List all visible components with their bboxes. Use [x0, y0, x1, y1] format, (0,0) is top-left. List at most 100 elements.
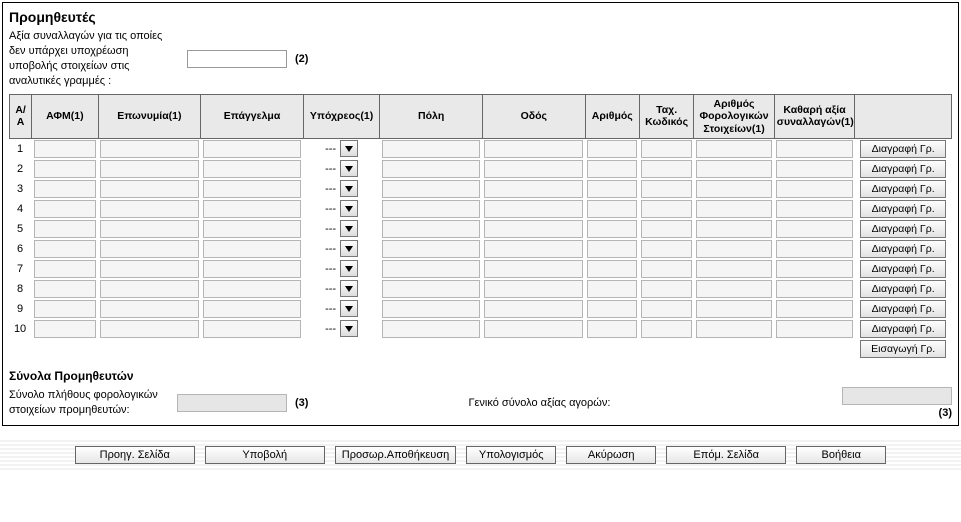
arith-stoix-input[interactable]	[696, 240, 773, 258]
eponymia-input[interactable]	[100, 260, 199, 278]
arithmos-input[interactable]	[587, 280, 637, 298]
arith-stoix-input[interactable]	[696, 280, 773, 298]
afm-input[interactable]	[34, 280, 96, 298]
kath-axia-input[interactable]	[776, 320, 853, 338]
epaggelma-input[interactable]	[203, 300, 302, 318]
ypoxreos-dropdown[interactable]	[340, 260, 358, 277]
delete-row-button[interactable]: Διαγραφή Γρ.	[860, 320, 946, 338]
afm-input[interactable]	[34, 160, 96, 178]
arith-stoix-input[interactable]	[696, 320, 773, 338]
poli-input[interactable]	[382, 320, 481, 338]
delete-row-button[interactable]: Διαγραφή Γρ.	[860, 180, 946, 198]
epaggelma-input[interactable]	[203, 160, 302, 178]
submit-button[interactable]: Υποβολή	[205, 446, 325, 464]
tk-input[interactable]	[641, 300, 691, 318]
afm-input[interactable]	[34, 180, 96, 198]
ypoxreos-dropdown[interactable]	[340, 160, 358, 177]
odos-input[interactable]	[484, 180, 583, 198]
eponymia-input[interactable]	[100, 140, 199, 158]
arithmos-input[interactable]	[587, 320, 637, 338]
delete-row-button[interactable]: Διαγραφή Γρ.	[860, 300, 946, 318]
ypoxreos-dropdown[interactable]	[340, 180, 358, 197]
delete-row-button[interactable]: Διαγραφή Γρ.	[860, 160, 946, 178]
poli-input[interactable]	[382, 180, 481, 198]
afm-input[interactable]	[34, 240, 96, 258]
tk-input[interactable]	[641, 320, 691, 338]
ypoxreos-dropdown[interactable]	[340, 320, 358, 337]
eponymia-input[interactable]	[100, 320, 199, 338]
eponymia-input[interactable]	[100, 280, 199, 298]
odos-input[interactable]	[484, 300, 583, 318]
next-page-button[interactable]: Επόμ. Σελίδα	[666, 446, 786, 464]
tk-input[interactable]	[641, 280, 691, 298]
arith-stoix-input[interactable]	[696, 180, 773, 198]
odos-input[interactable]	[484, 320, 583, 338]
odos-input[interactable]	[484, 160, 583, 178]
arithmos-input[interactable]	[587, 220, 637, 238]
help-button[interactable]: Βοήθεια	[796, 446, 886, 464]
odos-input[interactable]	[484, 280, 583, 298]
eponymia-input[interactable]	[100, 200, 199, 218]
delete-row-button[interactable]: Διαγραφή Γρ.	[860, 240, 946, 258]
poli-input[interactable]	[382, 240, 481, 258]
kath-axia-input[interactable]	[776, 260, 853, 278]
epaggelma-input[interactable]	[203, 280, 302, 298]
poli-input[interactable]	[382, 220, 481, 238]
ypoxreos-dropdown[interactable]	[340, 200, 358, 217]
ypoxreos-dropdown[interactable]	[340, 280, 358, 297]
delete-row-button[interactable]: Διαγραφή Γρ.	[860, 280, 946, 298]
poli-input[interactable]	[382, 200, 481, 218]
calculate-button[interactable]: Υπολογισμός	[466, 446, 556, 464]
tk-input[interactable]	[641, 180, 691, 198]
kath-axia-input[interactable]	[776, 240, 853, 258]
arithmos-input[interactable]	[587, 140, 637, 158]
afm-input[interactable]	[34, 300, 96, 318]
eponymia-input[interactable]	[100, 180, 199, 198]
arith-stoix-input[interactable]	[696, 300, 773, 318]
poli-input[interactable]	[382, 300, 481, 318]
arith-stoix-input[interactable]	[696, 220, 773, 238]
delete-row-button[interactable]: Διαγραφή Γρ.	[860, 200, 946, 218]
prev-page-button[interactable]: Προηγ. Σελίδα	[75, 446, 195, 464]
tk-input[interactable]	[641, 220, 691, 238]
epaggelma-input[interactable]	[203, 200, 302, 218]
kath-axia-input[interactable]	[776, 300, 853, 318]
kath-axia-input[interactable]	[776, 220, 853, 238]
arith-stoix-input[interactable]	[696, 200, 773, 218]
ypoxreos-dropdown[interactable]	[340, 220, 358, 237]
afm-input[interactable]	[34, 260, 96, 278]
tk-input[interactable]	[641, 200, 691, 218]
intro-value-input[interactable]	[187, 50, 287, 68]
arithmos-input[interactable]	[587, 260, 637, 278]
afm-input[interactable]	[34, 320, 96, 338]
delete-row-button[interactable]: Διαγραφή Γρ.	[860, 140, 946, 158]
arithmos-input[interactable]	[587, 240, 637, 258]
kath-axia-input[interactable]	[776, 280, 853, 298]
odos-input[interactable]	[484, 200, 583, 218]
tk-input[interactable]	[641, 260, 691, 278]
poli-input[interactable]	[382, 140, 481, 158]
arith-stoix-input[interactable]	[696, 140, 773, 158]
odos-input[interactable]	[484, 240, 583, 258]
insert-row-button[interactable]: Εισαγωγή Γρ.	[860, 340, 946, 358]
arithmos-input[interactable]	[587, 200, 637, 218]
epaggelma-input[interactable]	[203, 320, 302, 338]
arithmos-input[interactable]	[587, 180, 637, 198]
kath-axia-input[interactable]	[776, 200, 853, 218]
eponymia-input[interactable]	[100, 160, 199, 178]
afm-input[interactable]	[34, 140, 96, 158]
arith-stoix-input[interactable]	[696, 160, 773, 178]
eponymia-input[interactable]	[100, 220, 199, 238]
arithmos-input[interactable]	[587, 300, 637, 318]
ypoxreos-dropdown[interactable]	[340, 240, 358, 257]
poli-input[interactable]	[382, 160, 481, 178]
afm-input[interactable]	[34, 220, 96, 238]
ypoxreos-dropdown[interactable]	[340, 140, 358, 157]
eponymia-input[interactable]	[100, 240, 199, 258]
epaggelma-input[interactable]	[203, 260, 302, 278]
afm-input[interactable]	[34, 200, 96, 218]
eponymia-input[interactable]	[100, 300, 199, 318]
epaggelma-input[interactable]	[203, 220, 302, 238]
epaggelma-input[interactable]	[203, 180, 302, 198]
kath-axia-input[interactable]	[776, 180, 853, 198]
